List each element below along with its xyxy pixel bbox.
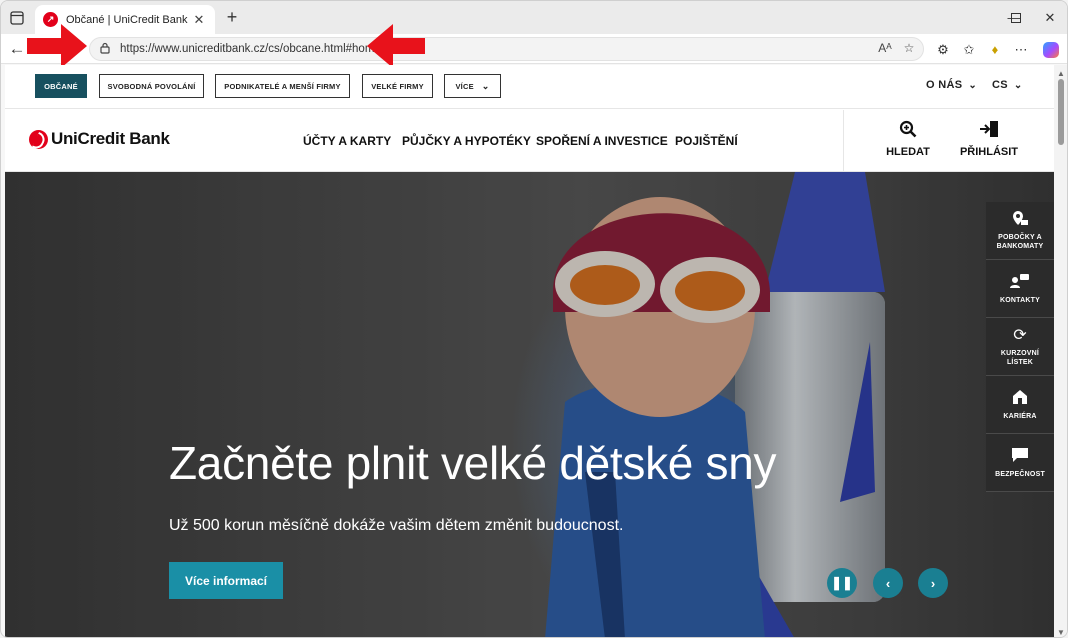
page-scrollbar[interactable]: ▲ ▼ [1054, 65, 1067, 637]
tab-strip: ↗ Občané | UniCredit Bank ✕ + — ✕ [1, 1, 1067, 34]
main-header: UniCredit Bank ÚČTY A KARTY PŮJČKY A HYP… [5, 110, 1054, 172]
side-item-security[interactable]: BEZPEČNOST [986, 434, 1054, 492]
scroll-thumb[interactable] [1058, 79, 1064, 145]
scroll-down-icon[interactable]: ▼ [1057, 628, 1065, 637]
web-page: OBČANÉ SVOBODNÁ POVOLÁNÍ PODNIKATELÉ A M… [5, 65, 1054, 637]
segment-podnikatele[interactable]: PODNIKATELÉ A MENŠÍ FIRMY [215, 74, 350, 98]
chevron-left-icon: ‹ [885, 575, 891, 591]
contacts-icon [1010, 273, 1030, 293]
more-info-button[interactable]: Více informací [169, 562, 283, 599]
extensions-icon[interactable]: ⚙ [934, 41, 952, 59]
tab-actions-icon[interactable] [7, 8, 27, 28]
pause-icon: ❚❚ [831, 575, 853, 590]
segment-velke-firmy[interactable]: VELKÉ FIRMY [362, 74, 433, 98]
hero-title: Začněte plnit velké dětské sny [169, 437, 777, 489]
close-tab-icon[interactable]: ✕ [191, 12, 207, 28]
hero-banner: Začněte plnit velké dětské sny Už 500 ko… [5, 172, 1054, 637]
favorites-icon[interactable]: ✩ [960, 41, 978, 59]
chat-icon [1011, 447, 1029, 467]
favorite-star-icon[interactable]: ☆ [900, 41, 918, 55]
annotation-arrow-left-icon [367, 24, 425, 68]
exchange-icon: ⟳ [1013, 327, 1027, 344]
browser-window: ↗ Občané | UniCredit Bank ✕ + — ✕ ← http… [0, 0, 1068, 638]
hero-image [5, 172, 1054, 637]
chevron-down-icon: ⌄ [481, 80, 490, 91]
nav-sporeni-a-investice[interactable]: SPOŘENÍ A INVESTICE [536, 134, 668, 148]
nav-pojisteni[interactable]: POJIŠTĚNÍ [675, 134, 738, 148]
header-divider [843, 110, 844, 172]
rewards-icon[interactable]: ♦ [986, 41, 1004, 59]
new-tab-button[interactable]: + [221, 7, 243, 29]
lock-icon[interactable] [98, 42, 112, 56]
side-item-exchange-rates[interactable]: ⟳ KURZOVNÍ LÍSTEK [986, 318, 1054, 376]
about-us-menu[interactable]: O NÁS ⌄ [926, 79, 977, 91]
read-aloud-icon[interactable]: Aᴬ [876, 41, 894, 55]
chevron-down-icon: ⌄ [968, 80, 978, 91]
address-bar[interactable]: https://www.unicreditbank.cz/cs/obcane.h… [89, 37, 924, 61]
copilot-icon[interactable] [1043, 42, 1059, 58]
hero-subtitle: Už 500 korun měsíčně dokáže vašim dětem … [169, 517, 624, 534]
language-menu[interactable]: CS ⌄ [992, 79, 1023, 91]
chevron-right-icon: › [930, 575, 936, 591]
back-arrow-icon[interactable]: ← [7, 38, 27, 60]
segment-vice[interactable]: VÍCE ⌄ [444, 74, 501, 98]
side-item-branches[interactable]: POBOČKY A BANKOMATY [986, 202, 1054, 260]
unicredit-logo-icon [29, 129, 48, 149]
search-button[interactable]: HLEDAT [873, 120, 943, 158]
carousel-next-button[interactable]: › [918, 568, 948, 598]
side-item-contacts[interactable]: KONTAKTY [986, 260, 1054, 318]
nav-ucty-a-karty[interactable]: ÚČTY A KARTY [303, 134, 391, 148]
close-window-button[interactable]: ✕ [1027, 1, 1067, 34]
segment-nav: OBČANÉ SVOBODNÁ POVOLÁNÍ PODNIKATELÉ A M… [5, 65, 1054, 109]
carousel-prev-button[interactable]: ‹ [873, 568, 903, 598]
segment-svobodna-povolani[interactable]: SVOBODNÁ POVOLÁNÍ [99, 74, 204, 98]
browser-toolbar: ← https://www.unicreditbank.cz/cs/obcane… [1, 34, 1067, 64]
carousel-pause-button[interactable]: ❚❚ [827, 568, 857, 598]
more-menu-icon[interactable]: ⋯ [1012, 41, 1030, 59]
chevron-down-icon: ⌄ [1013, 80, 1023, 91]
home-icon [1012, 389, 1028, 409]
segment-obcane[interactable]: OBČANÉ [35, 74, 87, 98]
search-icon [873, 120, 943, 142]
url-text[interactable]: https://www.unicreditbank.cz/cs/obcane.h… [120, 43, 381, 55]
nav-pujcky-a-hypoteky[interactable]: PŮJČKY A HYPOTÉKY [402, 134, 531, 148]
login-button[interactable]: PŘIHLÁSIT [954, 120, 1024, 158]
login-icon [954, 120, 1024, 142]
annotation-arrow-right-icon [27, 24, 87, 68]
map-pin-icon [1011, 210, 1029, 230]
quick-side-menu: POBOČKY A BANKOMATY KONTAKTY ⟳ KURZOVNÍ … [986, 202, 1054, 492]
scroll-up-icon[interactable]: ▲ [1057, 69, 1065, 78]
side-item-career[interactable]: KARIÉRA [986, 376, 1054, 434]
unicredit-logo[interactable]: UniCredit Bank [29, 129, 170, 149]
